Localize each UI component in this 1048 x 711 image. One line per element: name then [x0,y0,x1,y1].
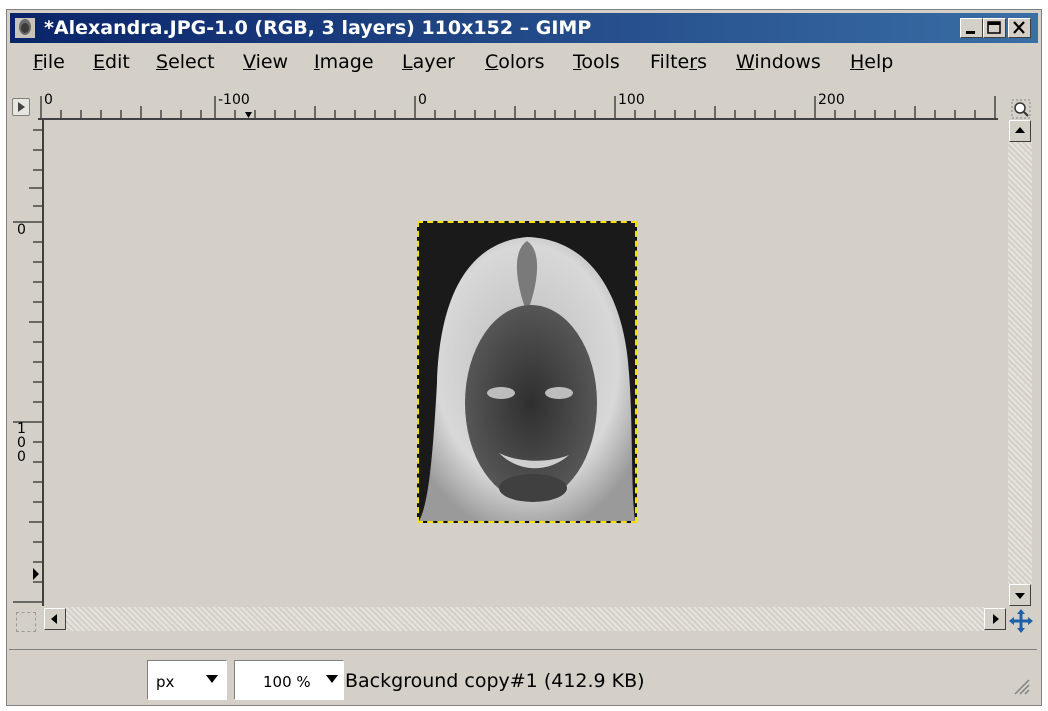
ruler-v-label-0: 0 [17,222,26,238]
close-icon [1013,21,1025,34]
maximize-icon [987,21,1001,34]
image-selection-frame[interactable] [417,221,637,523]
inverted-portrait-image [419,223,635,521]
ruler-h-label-200: 200 [818,92,845,108]
gimp-app-icon [15,18,35,38]
minimize-button[interactable] [960,18,983,38]
ruler-v-label-100-b: 0 [17,435,26,451]
arrow-down-icon [1015,593,1025,599]
horizontal-scroll-track[interactable] [66,607,984,631]
maximize-button[interactable] [983,18,1006,38]
ruler-v-label-100-a: 1 [17,421,26,437]
ruler-h-label-neg100: -100 [218,92,250,108]
horizontal-ruler[interactable]: 0 -100 0 100 200 [38,90,998,120]
menu-windows[interactable]: Windows [736,51,821,73]
horizontal-scrollbar[interactable] [44,607,1008,631]
horizontal-ruler-ticks [40,96,996,118]
title-bar[interactable]: *Alexandra.JPG-1.0 (RGB, 3 layers) 110x1… [10,13,1038,43]
vertical-ruler[interactable]: 0 1 0 0 [11,120,44,606]
menu-tools[interactable]: Tools [573,51,620,73]
scroll-down-button[interactable] [1009,584,1031,606]
minimize-icon [966,31,975,34]
arrow-left-icon [51,614,57,624]
menu-file[interactable]: File [33,51,65,73]
ruler-h-label-100: 100 [618,92,645,108]
image-canvas[interactable] [44,120,1004,606]
menu-edit[interactable]: Edit [93,51,130,73]
menu-colors[interactable]: Colors [485,51,545,73]
vertical-scrollbar[interactable] [1008,120,1032,606]
arrow-up-icon [1015,127,1025,133]
navigate-button[interactable] [12,98,30,116]
menu-layer[interactable]: Layer [402,51,455,73]
menu-select[interactable]: Select [156,51,215,73]
ruler-pointer-marker-v [33,568,39,580]
zoom-to-fit-icon[interactable] [1010,98,1032,120]
ruler-h-label-zero: 0 [418,92,427,108]
menu-view[interactable]: View [243,51,288,73]
ruler-h-label-0: 0 [44,92,53,108]
arrow-right-icon [993,614,999,624]
menu-help[interactable]: Help [850,51,893,73]
scroll-left-button[interactable] [44,608,66,630]
ruler-pointer-marker [245,112,252,118]
ruler-v-label-100-c: 0 [17,449,26,465]
menu-bar: File Edit Select View Image Layer Colors… [10,46,1038,76]
scroll-right-button[interactable] [984,608,1006,630]
menu-image[interactable]: Image [314,51,374,73]
close-button[interactable] [1008,18,1031,38]
quick-mask-toggle[interactable] [16,612,36,632]
vertical-ruler-ticks [13,129,42,603]
vertical-scroll-track[interactable] [1008,142,1032,584]
scroll-up-button[interactable] [1009,120,1031,142]
menu-filters[interactable]: Filters [650,51,707,73]
window-title: *Alexandra.JPG-1.0 (RGB, 3 layers) 110x1… [44,17,592,39]
play-arrow-icon [18,102,25,112]
navigate-move-icon[interactable] [1008,608,1034,634]
